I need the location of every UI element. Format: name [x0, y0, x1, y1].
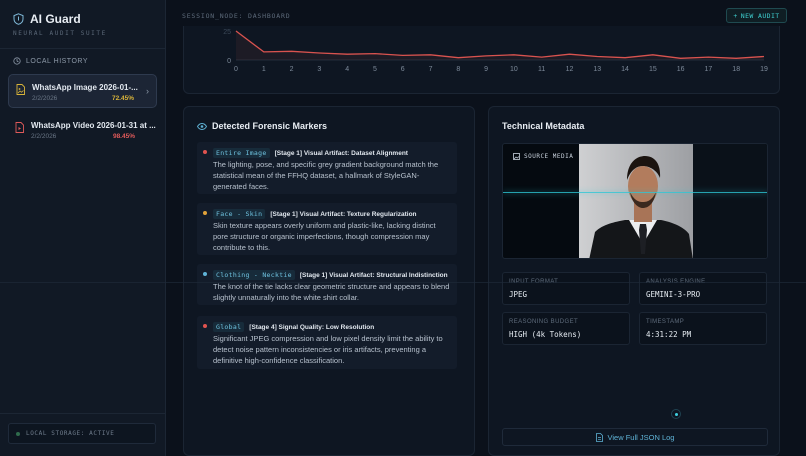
risk-chart: 2500 1 2 3 4 5 6 7 8 9 10 11 12 13 14 15 16 17 18 19 [223, 29, 768, 73]
view-json-log-label: View Full JSON Log [607, 432, 675, 442]
meta-value: JPEG [509, 290, 528, 299]
x-tick-label: 6 [401, 66, 405, 73]
x-tick-label: 18 [732, 66, 740, 73]
forensic-marker: Face - Skin [Stage 1] Visual Artifact: T… [197, 203, 457, 255]
meta-reasoning-budget: REASONING BUDGET HIGH (4k Tokens) [502, 312, 630, 345]
image-icon [513, 153, 520, 160]
x-tick-label: 8 [456, 66, 460, 73]
severity-dot [203, 324, 207, 328]
y-tick-label: 25 [223, 29, 231, 36]
x-tick-label: 15 [649, 66, 657, 73]
x-tick-label: 1 [262, 66, 266, 73]
severity-dot [203, 272, 207, 276]
meta-analysis-engine: ANALYSIS ENGINE GEMINI-3-PRO [639, 272, 767, 305]
severity-dot [203, 150, 207, 154]
brand: AI Guard [13, 12, 81, 26]
marker-text: The lighting, pose, and specific grey gr… [213, 160, 439, 191]
x-tick-label: 7 [429, 66, 433, 73]
history-label: LOCAL HISTORY [26, 57, 89, 65]
storage-status: LOCAL STORAGE: ACTIVE [8, 423, 156, 444]
history-item-name: WhatsApp Image 2026-01-... [32, 83, 138, 92]
severity-dot [203, 211, 207, 215]
history-item-date: 2/2/2026 [31, 133, 57, 140]
marker-text: The knot of the tie lacks clear geometri… [213, 282, 450, 302]
history-item[interactable]: WhatsApp Video 2026-01-31 at ... 2/2/202… [8, 113, 157, 147]
x-tick-label: 2 [290, 66, 294, 73]
marker-text: Significant JPEG compression and low pix… [213, 334, 443, 365]
x-tick-label: 5 [373, 66, 377, 73]
image-file-icon [16, 84, 25, 95]
meta-value: 4:31:22 PM [646, 330, 692, 339]
marker-text: Skin texture appears overly uniform and … [213, 221, 436, 252]
eye-icon [197, 122, 207, 130]
marker-tag: Global [213, 322, 245, 332]
x-tick-label: 4 [345, 66, 349, 73]
history-item[interactable]: WhatsApp Image 2026-01-... 2/2/2026 72.4… [8, 74, 157, 108]
forensic-marker: Global [Stage 4] Signal Quality: Low Res… [197, 316, 457, 369]
marker-title: [Stage 4] Signal Quality: Low Resolution [249, 323, 375, 331]
new-audit-label: NEW AUDIT [740, 11, 780, 20]
x-tick-label: 10 [510, 66, 518, 73]
source-media-text: SOURCE MEDIA [524, 153, 574, 160]
marker-title: [Stage 1] Visual Artifact: Texture Regul… [270, 210, 417, 218]
session-label: SESSION_NODE: DASHBOARD [182, 12, 291, 20]
x-tick-label: 0 [234, 66, 238, 73]
meta-value: HIGH (4k Tokens) [509, 330, 582, 339]
x-tick-label: 17 [705, 66, 713, 73]
y-tick-label: 0 [227, 58, 231, 65]
x-tick-label: 14 [621, 66, 629, 73]
plus-icon: + [733, 11, 738, 20]
divider [0, 48, 166, 49]
history-item-date: 2/2/2026 [32, 95, 58, 102]
view-json-log-button[interactable]: View Full JSON Log [502, 428, 768, 446]
x-tick-label: 3 [317, 66, 321, 73]
scan-line [503, 192, 767, 193]
marker-tag: Face - Skin [213, 209, 266, 219]
video-file-icon [15, 122, 24, 133]
portrait-image [579, 144, 767, 258]
forensic-markers-panel: Detected Forensic Markers Entire Image [… [183, 106, 475, 456]
x-tick-label: 19 [760, 66, 768, 73]
app-title: AI Guard [30, 12, 81, 26]
marker-title: [Stage 1] Visual Artifact: Structural In… [299, 271, 448, 279]
history-item-name: WhatsApp Video 2026-01-31 at ... [31, 121, 156, 130]
x-tick-label: 13 [593, 66, 601, 73]
meta-label: REASONING BUDGET [509, 319, 579, 325]
risk-chart-panel: 25 0 0 1 2 3 4 5 6 7 8 9 10 11 12 13 14 15 16 17 18 19 [183, 26, 780, 94]
technical-metadata-panel: Technical Metadata SOURCE MEDIA JPEG GEM… [488, 106, 780, 456]
meta-label: TIMESTAMP [646, 319, 685, 325]
x-tick-label: 12 [566, 66, 574, 73]
x-tick-label: 11 [538, 66, 545, 73]
marker-title: [Stage 1] Visual Artifact: Dataset Align… [274, 149, 408, 157]
meta-timestamp: TIMESTAMP 4:31:22 PM [639, 312, 767, 345]
overlay-line [0, 282, 806, 283]
forensic-marker: Clothing - Necktie [Stage 1] Visual Arti… [197, 264, 457, 305]
sidebar: AI Guard NEURAL AUDIT SUITE LOCAL HISTOR… [0, 0, 166, 456]
app-subtitle: NEURAL AUDIT SUITE [13, 30, 107, 37]
loading-indicator [671, 409, 681, 419]
history-heading: LOCAL HISTORY [13, 57, 88, 65]
source-media-preview: SOURCE MEDIA [502, 143, 768, 259]
meta-input-format: INPUT FORMAT JPEG [502, 272, 630, 305]
history-item-score: 72.45% [111, 95, 134, 102]
divider [0, 413, 166, 414]
marker-tag: Entire Image [213, 148, 270, 158]
history-item-score: 98.45% [112, 133, 135, 140]
metadata-title: Technical Metadata [502, 121, 585, 131]
x-tick-label: 9 [484, 66, 488, 73]
new-audit-button[interactable]: + NEW AUDIT [726, 8, 787, 23]
document-icon [595, 432, 603, 442]
markers-heading: Detected Forensic Markers [197, 121, 327, 131]
chevron-right-icon: › [146, 86, 149, 96]
shield-icon [13, 13, 24, 25]
status-dot [16, 431, 20, 436]
storage-status-text: LOCAL STORAGE: ACTIVE [26, 430, 115, 437]
forensic-marker: Entire Image [Stage 1] Visual Artifact: … [197, 142, 457, 194]
marker-tag: Clothing - Necktie [213, 270, 295, 280]
markers-title: Detected Forensic Markers [212, 121, 328, 131]
history-icon [13, 57, 21, 65]
meta-value: GEMINI-3-PRO [646, 290, 701, 299]
x-tick-label: 16 [677, 66, 685, 73]
source-media-label: SOURCE MEDIA [513, 153, 573, 160]
